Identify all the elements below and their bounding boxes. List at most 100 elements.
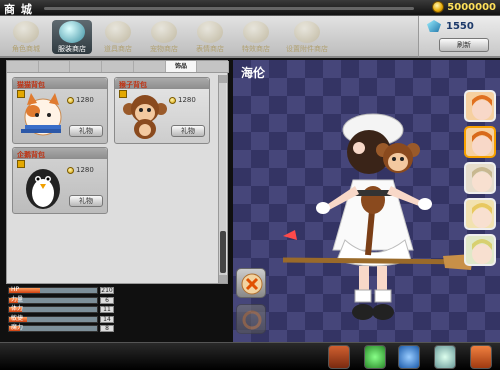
- category-tabs: 饰品: [7, 61, 230, 73]
- stat-hp: HP 210: [8, 286, 114, 295]
- item-tag-icon: [17, 90, 25, 98]
- tab-clothing-shop[interactable]: 服装商店: [52, 20, 92, 54]
- tab-label: 特效商店: [242, 45, 270, 53]
- coin-balance: 5000000: [432, 1, 496, 13]
- tab-label: 表情商店: [196, 45, 224, 53]
- rotate-button[interactable]: [236, 304, 266, 334]
- stat-value: 8: [100, 325, 114, 333]
- scroll-down-arrow-icon[interactable]: [219, 275, 227, 283]
- tab-accessory-shop[interactable]: 设置附件商店: [282, 20, 332, 54]
- tab-label: 服装商店: [58, 45, 86, 53]
- character-portrait[interactable]: [464, 234, 496, 266]
- refresh-button[interactable]: 刷新: [439, 38, 489, 52]
- close-icon: [241, 273, 263, 295]
- category-tab[interactable]: [39, 61, 71, 72]
- stat-label: 体力: [11, 305, 24, 313]
- character-portrait[interactable]: [464, 90, 496, 122]
- stat-label: 魔力: [11, 324, 24, 332]
- shop-item-cat-backpack[interactable]: 猫猫背包 1280 礼物: [12, 77, 108, 144]
- character-portrait-icon: [472, 167, 492, 192]
- item-name: 猫猫背包: [17, 81, 45, 89]
- stat-magic: 魔力 8: [8, 324, 114, 333]
- price-value: 1280: [76, 166, 94, 174]
- shop-item-penguin-backpack[interactable]: 企鹅背包 1280 礼物: [12, 147, 108, 214]
- coin-icon: [169, 96, 176, 104]
- tab-label: 角色商城: [12, 45, 40, 53]
- stat-strength: 力量 6: [8, 296, 114, 305]
- clothing-shop-icon: [59, 21, 85, 43]
- price-value: 1280: [178, 96, 196, 104]
- orb-icon[interactable]: [398, 345, 420, 369]
- title-bar: 商 城 5000000: [0, 0, 500, 16]
- scroll-thumb[interactable]: [220, 231, 226, 273]
- tab-pet-shop[interactable]: 宠物商店: [144, 20, 184, 54]
- stat-agility: 敏捷 14: [8, 315, 114, 324]
- monkey-backpack-icon: [121, 91, 169, 141]
- item-price: 1280: [67, 166, 94, 174]
- rotate-icon: [242, 310, 262, 330]
- item-tag-icon: [17, 160, 25, 168]
- gem-value: 1550: [446, 20, 474, 32]
- shop-tabs: 角色商城 服装商店 道具商店 宠物商店 表情商店 特效商店 设置附件商店: [0, 16, 418, 58]
- character-figure: [282, 113, 473, 320]
- stat-value: 11: [100, 306, 114, 314]
- category-tab[interactable]: [134, 61, 166, 72]
- book-icon[interactable]: [470, 345, 492, 369]
- character-portrait-selected[interactable]: [464, 126, 496, 158]
- character-shop-icon: [13, 21, 39, 43]
- category-tab[interactable]: [7, 61, 39, 72]
- scroll-up-arrow-icon[interactable]: [219, 75, 227, 83]
- chest-icon[interactable]: [328, 345, 350, 369]
- tab-character-shop[interactable]: 角色商城: [6, 20, 46, 54]
- character-portrait-icon: [472, 239, 492, 264]
- category-tab[interactable]: [102, 61, 134, 72]
- stat-value: 210: [100, 287, 114, 294]
- gift-button[interactable]: 礼物: [69, 195, 103, 207]
- character-portrait[interactable]: [464, 162, 496, 194]
- character-portrait-icon: [472, 131, 492, 156]
- cat-backpack-icon: [19, 91, 67, 141]
- tab-effect-shop[interactable]: 特效商店: [236, 20, 276, 54]
- tab-label: 道具商店: [104, 45, 132, 53]
- shop-panel: 饰品 猫猫背包 1280 礼物 猴子背包 1280 礼物 企鹅背包 1280 礼…: [6, 60, 230, 284]
- stat-stamina: 体力 11: [8, 305, 114, 314]
- title-divider: [44, 7, 414, 10]
- tab-emote-shop[interactable]: 表情商店: [190, 20, 230, 54]
- item-shop-icon: [105, 21, 131, 43]
- coin-icon: [67, 166, 74, 174]
- item-name: 猴子背包: [119, 81, 147, 89]
- stat-value: 14: [100, 315, 114, 323]
- stat-bar: [8, 287, 98, 294]
- effect-shop-icon: [243, 21, 269, 43]
- gift-button[interactable]: 礼物: [69, 125, 103, 137]
- category-tab[interactable]: [70, 61, 103, 72]
- gem-panel: 1550 刷新: [418, 16, 500, 58]
- emote-shop-icon: [197, 21, 223, 43]
- item-tag-icon: [119, 90, 127, 98]
- pet-shop-icon: [151, 21, 177, 43]
- coin-icon: [432, 1, 445, 13]
- bottom-toolbar: [0, 342, 500, 370]
- item-price: 1280: [67, 96, 94, 104]
- gear-gem-icon[interactable]: [434, 345, 456, 369]
- item-name: 企鹅背包: [17, 151, 45, 159]
- remove-item-button[interactable]: [236, 268, 266, 298]
- penguin-backpack-icon: [19, 161, 67, 211]
- category-tab-accessories[interactable]: 饰品: [165, 61, 198, 72]
- scrollbar[interactable]: [218, 75, 227, 283]
- character-portrait-icon: [472, 203, 492, 228]
- character-name: 海伦: [241, 66, 266, 80]
- gem-icon: [427, 20, 441, 32]
- category-tab[interactable]: [197, 61, 230, 72]
- coin-value: 5000000: [447, 1, 496, 13]
- price-value: 1280: [76, 96, 94, 104]
- potion-icon[interactable]: [364, 345, 386, 369]
- tab-item-shop[interactable]: 道具商店: [98, 20, 138, 54]
- shop-item-monkey-backpack[interactable]: 猴子背包 1280 礼物: [114, 77, 210, 144]
- gem-balance: 1550: [427, 20, 474, 32]
- tab-label: 设置附件商店: [286, 45, 328, 53]
- tab-label: 宠物商店: [150, 45, 178, 53]
- character-portrait[interactable]: [464, 198, 496, 230]
- gift-button[interactable]: 礼物: [171, 125, 205, 137]
- window-title: 商 城: [4, 3, 33, 16]
